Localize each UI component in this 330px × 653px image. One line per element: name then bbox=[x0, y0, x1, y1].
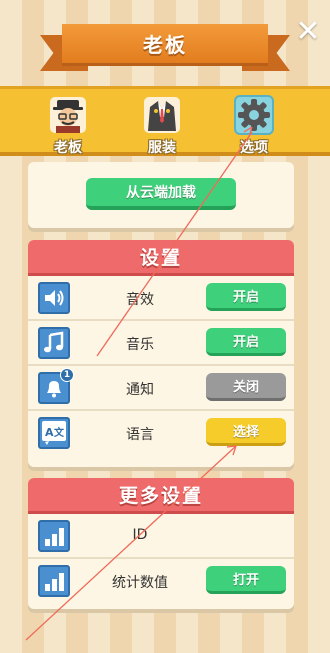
settings-row-music: 音乐 开启 bbox=[28, 321, 294, 366]
settings-row-language: A文 语言 选择 bbox=[28, 411, 294, 456]
language-select-button[interactable]: 选择 bbox=[206, 418, 286, 446]
page-title: 老板 bbox=[62, 24, 268, 66]
suit-icon bbox=[142, 95, 182, 135]
notification-badge: 1 bbox=[60, 368, 74, 382]
more-row-stats: 统计数值 打开 bbox=[28, 559, 294, 604]
stats-open-button[interactable]: 打开 bbox=[206, 566, 286, 594]
more-row-id: ID bbox=[28, 514, 294, 559]
tab-outfit[interactable]: 服装 bbox=[122, 95, 202, 156]
tab-outfit-label: 服装 bbox=[148, 140, 176, 156]
notification-toggle-button[interactable]: 关闭 bbox=[206, 373, 286, 401]
settings-row-notification: 1 通知 关闭 bbox=[28, 366, 294, 411]
settings-row-sound: 音效 开启 bbox=[28, 276, 294, 321]
svg-text:文: 文 bbox=[54, 426, 65, 439]
tab-boss-label: 老板 bbox=[54, 140, 82, 156]
music-note-icon bbox=[38, 327, 70, 359]
music-label: 音乐 bbox=[126, 337, 154, 353]
notification-label: 通知 bbox=[126, 382, 154, 398]
music-toggle-button[interactable]: 开启 bbox=[206, 328, 286, 356]
bar-chart-icon bbox=[38, 520, 70, 552]
businessman-avatar-icon bbox=[48, 95, 88, 135]
tab-bar: 老板 服装 选项 bbox=[0, 86, 330, 156]
language-label: 语言 bbox=[126, 427, 154, 443]
load-from-cloud-button[interactable]: 从云端加载 bbox=[86, 178, 236, 210]
close-button[interactable]: ✕ bbox=[294, 17, 322, 47]
bar-chart-icon bbox=[38, 565, 70, 597]
settings-title: 设置 bbox=[28, 240, 294, 276]
more-settings-title: 更多设置 bbox=[28, 478, 294, 514]
tab-options-label: 选项 bbox=[240, 140, 268, 156]
speaker-icon bbox=[38, 282, 70, 314]
sound-toggle-button[interactable]: 开启 bbox=[206, 283, 286, 311]
tab-boss[interactable]: 老板 bbox=[28, 95, 108, 156]
gear-icon bbox=[234, 95, 274, 135]
translate-icon: A文 bbox=[38, 417, 70, 449]
cloud-panel: 从云端加载 bbox=[28, 162, 294, 228]
settings-panel: 设置 音效 开启 音乐 开启 1 通知 关闭 A文 语言 选择 bbox=[28, 240, 294, 467]
id-label: ID bbox=[132, 527, 148, 543]
bell-icon: 1 bbox=[38, 368, 74, 404]
stats-label: 统计数值 bbox=[112, 575, 168, 591]
more-settings-panel: 更多设置 ID 统计数值 打开 bbox=[28, 478, 294, 609]
svg-text:A: A bbox=[45, 426, 54, 439]
close-icon: ✕ bbox=[295, 14, 321, 49]
sound-label: 音效 bbox=[126, 292, 154, 308]
tab-options[interactable]: 选项 bbox=[214, 95, 294, 156]
